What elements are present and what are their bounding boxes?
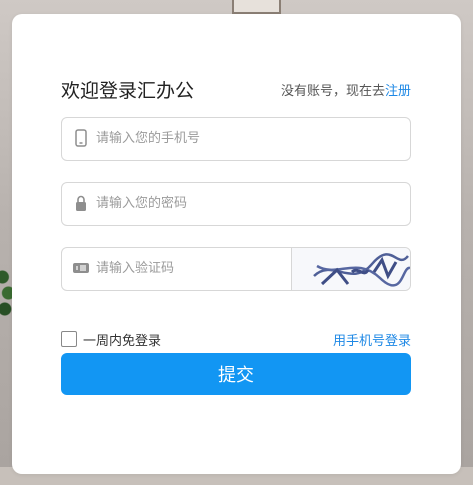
password-field[interactable] bbox=[61, 182, 411, 226]
register-prompt: 没有账号，现在去注册 bbox=[281, 80, 411, 99]
submit-button[interactable]: 提交 bbox=[61, 353, 411, 395]
options-row: 一周内免登录 用手机号登录 bbox=[61, 330, 411, 350]
phone-login-link[interactable]: 用手机号登录 bbox=[333, 330, 411, 349]
background-plant bbox=[0, 245, 12, 325]
page-title: 欢迎登录汇办公 bbox=[61, 80, 195, 102]
captcha-field[interactable] bbox=[61, 247, 411, 291]
mobile-phone-icon bbox=[75, 129, 87, 147]
captcha-input[interactable] bbox=[96, 248, 286, 288]
lock-icon bbox=[76, 195, 86, 211]
remember-checkbox[interactable] bbox=[61, 331, 77, 347]
captcha-drawing bbox=[313, 253, 410, 287]
phone-field[interactable] bbox=[61, 117, 411, 161]
background-picture-frame bbox=[232, 0, 281, 14]
remember-label: 一周内免登录 bbox=[83, 334, 162, 349]
login-card: 欢迎登录汇办公 没有账号，现在去注册 请输入您的手机号 请输入验证码 一周内免登… bbox=[12, 14, 461, 474]
captcha-image[interactable] bbox=[291, 248, 410, 290]
phone-input[interactable] bbox=[96, 118, 396, 158]
password-input[interactable] bbox=[96, 183, 396, 223]
register-link[interactable]: 注册 bbox=[385, 84, 411, 99]
register-prompt-text: 没有账号，现在去 bbox=[280, 84, 385, 99]
header-row: 欢迎登录汇办公 没有账号，现在去注册 bbox=[61, 76, 411, 102]
captcha-icon bbox=[73, 263, 89, 273]
